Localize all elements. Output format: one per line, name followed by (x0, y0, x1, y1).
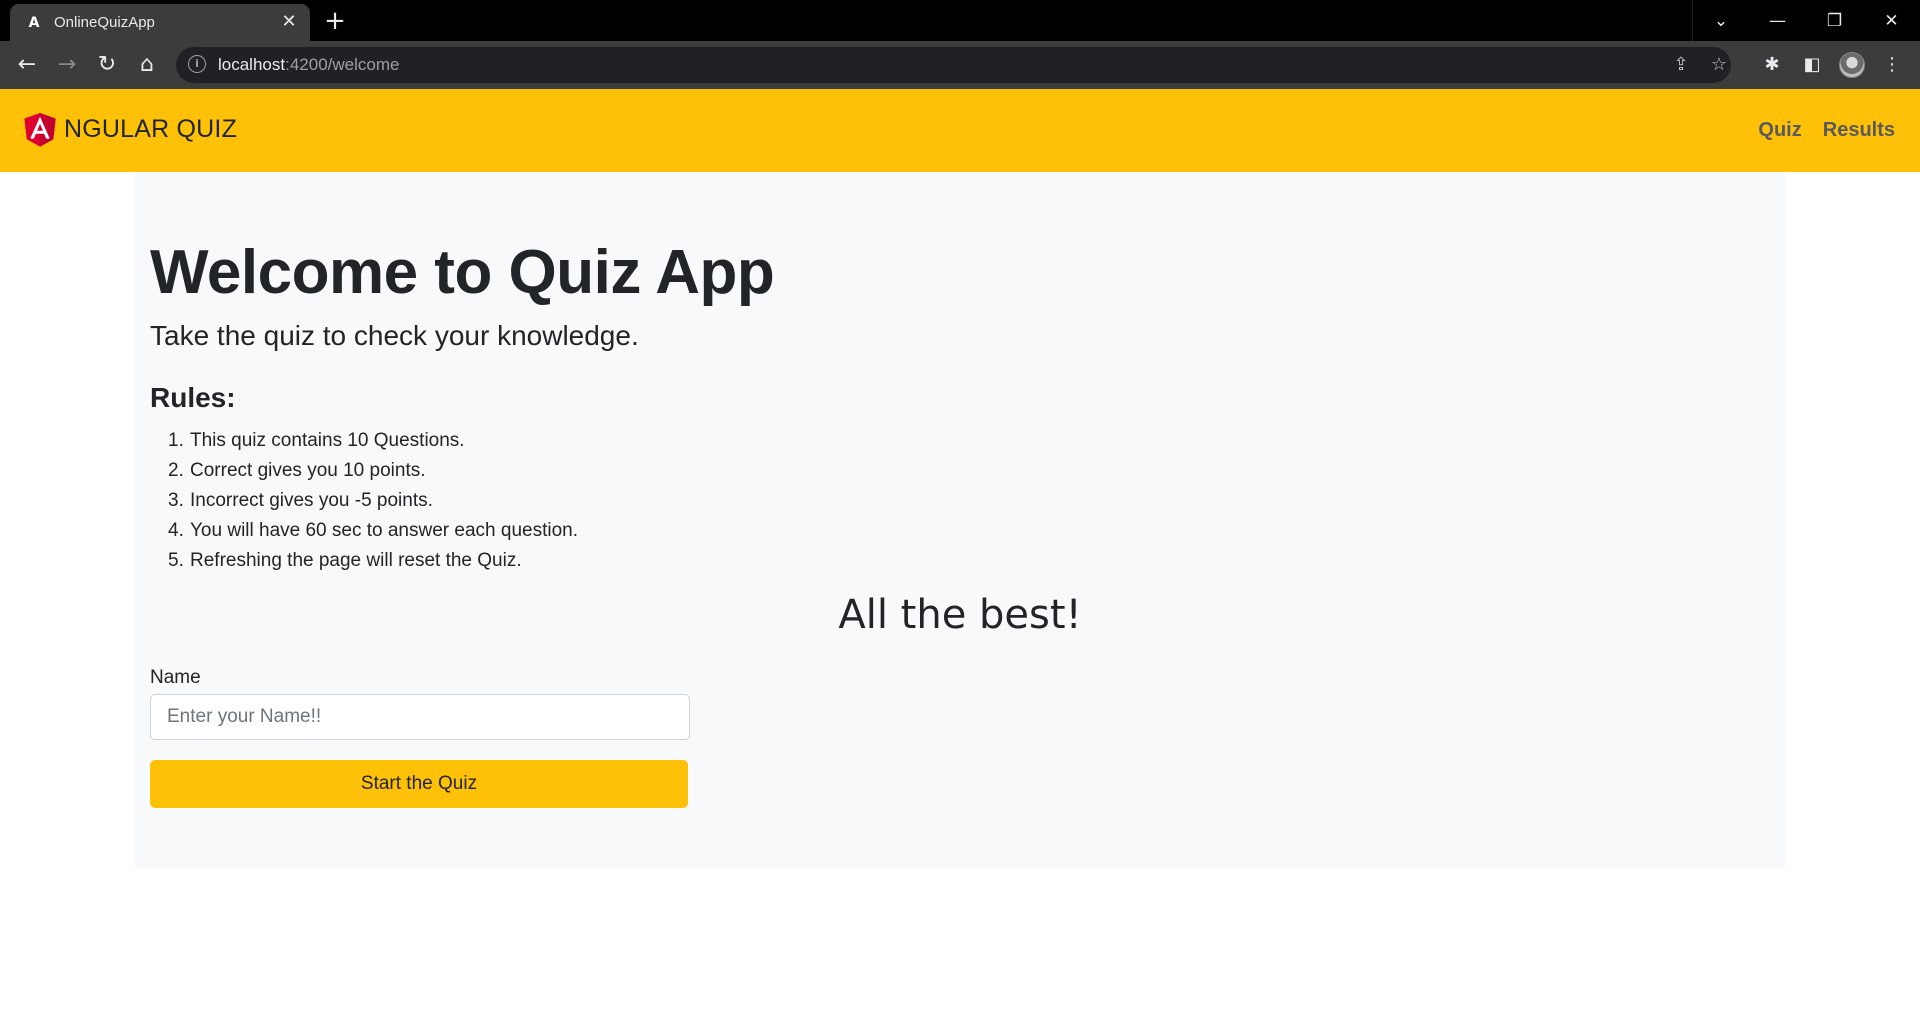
reload-icon[interactable]: ↻ (92, 50, 122, 80)
rules-list: 1. This quiz contains 10 Questions. 2. Cor… (168, 426, 578, 576)
window-close-icon[interactable]: ✕ (1863, 0, 1920, 41)
list-item: 1. This quiz contains 10 Questions. (168, 430, 465, 451)
bookmark-star-icon[interactable]: ☆ (1706, 52, 1732, 78)
brand[interactable]: NGULAR QUIZ (19, 107, 237, 151)
extensions-puzzle-icon[interactable]: ✱ (1757, 50, 1787, 80)
list-item: 4. You will have 60 sec to answer each qu… (168, 520, 578, 541)
back-arrow-icon[interactable]: ← (12, 50, 42, 80)
list-item: 3. Incorrect gives you -5 points. (168, 490, 433, 511)
nav-link-results[interactable]: Results (1823, 119, 1895, 142)
tab-search-chevron-icon[interactable]: ⌄ (1692, 0, 1749, 41)
address-bar[interactable]: i localhost:4200/welcome ⇪ ☆ (176, 47, 1731, 83)
browser-toolbar: ← → ↻ ⌂ i localhost:4200/welcome ⇪ ☆ ✱ ◧… (0, 41, 1920, 89)
url-text[interactable]: localhost:4200/welcome (218, 55, 399, 75)
side-panel-icon[interactable]: ◧ (1797, 50, 1827, 80)
page-title: Welcome to Quiz App (150, 238, 775, 307)
lead-text: Take the quiz to check your knowledge. (150, 320, 639, 351)
tab-title: OnlineQuizApp (54, 14, 155, 31)
close-tab-icon[interactable]: ✕ (278, 11, 300, 33)
restore-icon[interactable]: ❐ (1806, 0, 1863, 41)
welcome-container: Welcome to Quiz App Take the quiz to che… (135, 172, 1785, 868)
minimize-icon[interactable]: — (1749, 0, 1806, 41)
browser-tab[interactable]: A OnlineQuizApp ✕ (10, 4, 310, 41)
list-item: 2. Correct gives you 10 points. (168, 460, 426, 481)
app-navbar: NGULAR QUIZ Quiz Results (0, 89, 1920, 172)
name-input[interactable] (150, 694, 690, 740)
best-wishes-text: All the best! (838, 592, 1082, 638)
brand-text: NGULAR QUIZ (64, 114, 238, 143)
rules-heading: Rules: (150, 382, 236, 413)
menu-kebab-icon[interactable]: ⋮ (1877, 50, 1907, 80)
list-item: 5. Refreshing the page will reset the Qui… (168, 550, 522, 571)
angular-shield-logo (24, 113, 56, 147)
angular-icon: A (28, 15, 40, 31)
share-icon[interactable]: ⇪ (1668, 52, 1694, 78)
new-tab-button[interactable]: + (320, 7, 350, 35)
home-icon[interactable]: ⌂ (132, 50, 162, 80)
profile-avatar[interactable] (1839, 52, 1865, 78)
browser-tab-bar: A OnlineQuizApp ✕ + ⌄ — ❐ ✕ (0, 0, 1920, 41)
forward-arrow-icon[interactable]: → (52, 50, 82, 80)
start-quiz-button[interactable]: Start the Quiz (150, 760, 688, 808)
name-label: Name (150, 667, 201, 688)
site-info-icon[interactable]: i (188, 55, 206, 73)
nav-link-quiz[interactable]: Quiz (1758, 119, 1801, 142)
nav-links: Quiz Results (1758, 119, 1895, 142)
